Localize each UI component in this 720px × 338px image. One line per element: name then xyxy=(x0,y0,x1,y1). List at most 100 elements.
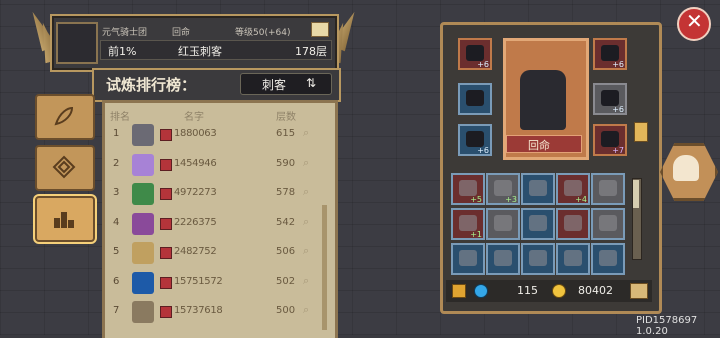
row-player-id: 4972273 xyxy=(174,187,217,198)
helmet-icon xyxy=(673,155,699,181)
inventory-slot[interactable]: +3 xyxy=(486,173,520,205)
table-row[interactable]: 3 4972273 578 ⌕ xyxy=(106,182,326,207)
character-sprite xyxy=(520,70,566,130)
equipment-icon xyxy=(601,45,619,61)
inventory-slot[interactable] xyxy=(521,243,555,275)
player-avatar-icon xyxy=(132,301,154,323)
inspect-icon[interactable]: ⌕ xyxy=(303,303,309,317)
item-icon xyxy=(459,180,477,196)
player-avatar-icon xyxy=(132,153,154,176)
row-rank: 5 xyxy=(113,246,120,257)
tab-feather[interactable] xyxy=(35,94,95,140)
cart-icon[interactable] xyxy=(630,283,648,299)
revive-button-label: 回命 xyxy=(528,139,550,152)
class-selector-label: 刺客 xyxy=(262,78,287,92)
player-title: 红玉刺客 xyxy=(178,45,222,58)
tab-emblem[interactable] xyxy=(35,145,95,191)
inventory-scroll-thumb[interactable] xyxy=(633,180,639,208)
inspect-icon[interactable]: ⌕ xyxy=(303,244,309,258)
column-rank: 排名 xyxy=(110,112,130,123)
item-icon xyxy=(459,250,477,266)
emblem-icon xyxy=(52,155,76,179)
bag-icon xyxy=(160,217,172,230)
table-row[interactable]: 4 2226375 542 ⌕ xyxy=(106,212,326,237)
item-icon xyxy=(494,215,512,231)
row-rank: 7 xyxy=(113,305,120,316)
table-row[interactable]: 7 15737618 500 ⌕ xyxy=(106,300,326,325)
inventory-slot[interactable] xyxy=(451,243,485,275)
table-row[interactable]: 2 1454946 590 ⌕ xyxy=(106,153,326,178)
column-name: 名字 xyxy=(184,112,204,123)
player-level: 等级50(+64) xyxy=(235,28,291,38)
item-icon xyxy=(529,180,547,196)
close-icon: ✕ xyxy=(686,9,703,33)
tab-leaderboard[interactable] xyxy=(35,196,95,242)
item-icon xyxy=(494,250,512,266)
side-tab[interactable] xyxy=(634,122,648,142)
player-avatar-icon xyxy=(132,183,154,205)
enhance-level: +6 xyxy=(612,60,624,69)
lock-icon[interactable] xyxy=(452,284,466,298)
row-floor: 590 xyxy=(276,157,296,169)
row-floor: 502 xyxy=(276,275,296,287)
inventory-slot[interactable]: +5 xyxy=(451,173,485,205)
enhance-level: +6 xyxy=(477,60,489,69)
table-row[interactable]: 5 2482752 506 ⌕ xyxy=(106,241,326,266)
inspect-icon[interactable]: ⌕ xyxy=(303,126,309,140)
inventory-slot[interactable] xyxy=(521,173,555,205)
version-label: PID1578697 1.0.20 xyxy=(636,315,698,337)
inventory-slot[interactable]: +4 xyxy=(556,173,590,205)
inventory-slot[interactable] xyxy=(486,243,520,275)
row-floor: 506 xyxy=(276,246,296,257)
table-row[interactable]: 6 15751572 502 ⌕ xyxy=(106,271,326,296)
inventory-slot[interactable] xyxy=(591,208,625,240)
player-avatar[interactable] xyxy=(56,22,98,64)
revive-label: 回命 xyxy=(172,28,191,38)
inspect-icon[interactable]: ⌕ xyxy=(303,274,309,288)
row-floor: 500 xyxy=(276,305,296,316)
inspect-icon[interactable]: ⌕ xyxy=(303,185,309,199)
leaderboard-scrollbar[interactable] xyxy=(322,205,327,330)
inventory-slot[interactable]: +1 xyxy=(451,208,485,240)
row-rank: 3 xyxy=(113,187,120,198)
enhance-level: +6 xyxy=(477,146,489,155)
item-icon xyxy=(529,215,547,231)
row-rank: 1 xyxy=(113,128,120,139)
bag-icon xyxy=(160,306,172,318)
weapon-slot[interactable]: +7 xyxy=(593,124,627,156)
scarf-slot[interactable]: +6 xyxy=(458,38,492,70)
row-player-id: 1454946 xyxy=(174,157,217,169)
armor-slot[interactable]: +6 xyxy=(593,38,627,70)
row-player-id: 15751572 xyxy=(174,275,223,287)
item-icon xyxy=(529,250,547,266)
inventory-slot[interactable] xyxy=(591,173,625,205)
boots-slot[interactable]: +6 xyxy=(458,124,492,156)
item-icon xyxy=(459,215,477,231)
inventory-slot[interactable] xyxy=(486,208,520,240)
player-floor: 178层 xyxy=(295,45,327,58)
table-row[interactable]: 1 1880063 615 ⌕ xyxy=(106,123,326,148)
inventory-slot[interactable] xyxy=(556,208,590,240)
enhance-level: +6 xyxy=(612,105,624,114)
item-icon xyxy=(599,250,617,266)
row-player-id: 1880063 xyxy=(174,128,217,139)
inspect-icon[interactable]: ⌕ xyxy=(303,156,309,170)
gloves-slot[interactable]: +6 xyxy=(593,83,627,115)
belt-slot[interactable] xyxy=(458,83,492,115)
column-floor: 层数 xyxy=(276,112,296,123)
player-avatar-icon xyxy=(132,271,154,294)
bag-icon xyxy=(160,276,172,289)
inventory-slot[interactable] xyxy=(521,208,555,240)
item-icon xyxy=(564,250,582,266)
coin-icon xyxy=(552,284,566,298)
inventory-slot[interactable] xyxy=(591,243,625,275)
bag-icon xyxy=(160,247,172,259)
inventory-slot[interactable] xyxy=(556,243,590,275)
item-level: +5 xyxy=(470,195,482,204)
row-rank: 4 xyxy=(113,216,120,228)
swap-icon[interactable]: ⇅ xyxy=(306,76,316,90)
bag-icon xyxy=(160,188,172,200)
inspect-icon[interactable]: ⌕ xyxy=(303,215,309,229)
equipment-icon xyxy=(466,90,484,106)
equipment-icon xyxy=(601,90,619,106)
